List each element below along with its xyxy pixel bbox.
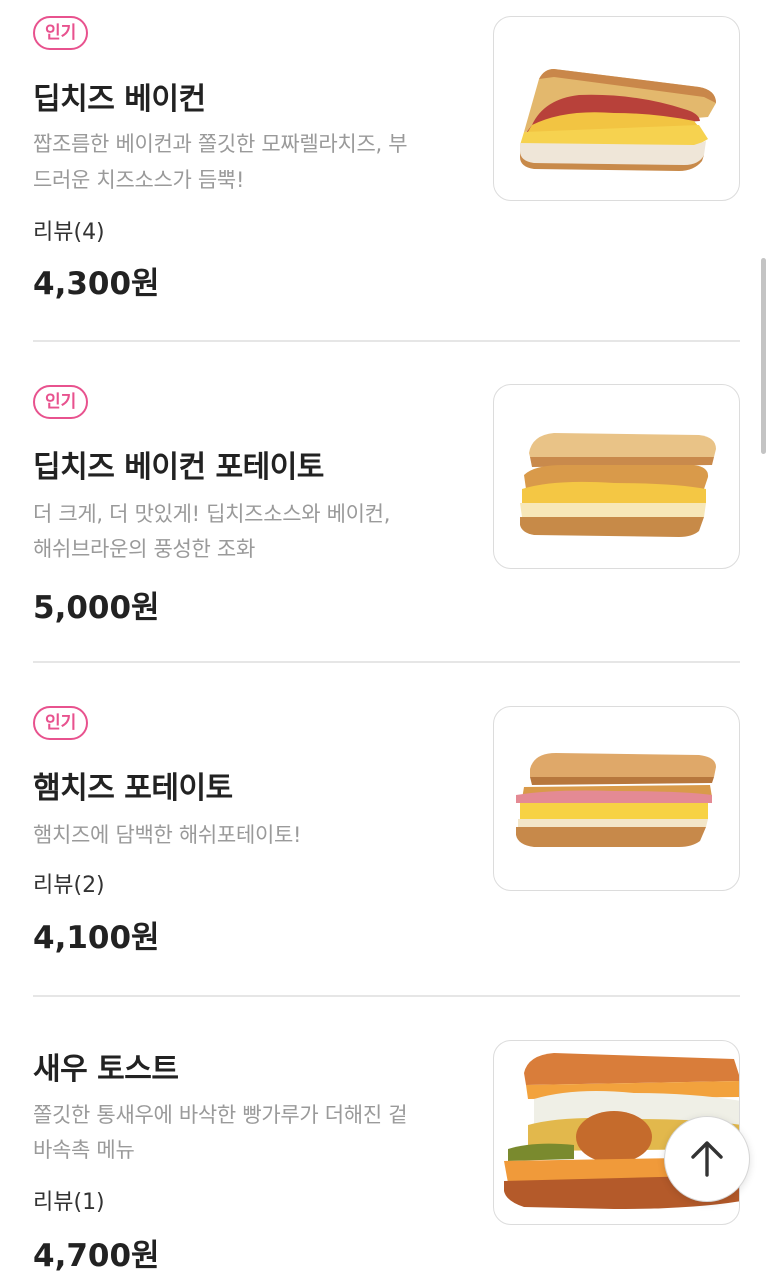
- sandwich-image[interactable]: [493, 384, 740, 569]
- menu-item[interactable]: 인기 햄치즈 포테이토 햄치즈에 담백한 해쉬포테이토! 리뷰(2) 4,100…: [33, 662, 740, 995]
- menu-list-page: 인기 딥치즈 베이컨 짭조름한 베이컨과 쫄깃한 모짜렐라치즈, 부 드러운 치…: [0, 0, 773, 1288]
- scrollbar[interactable]: [761, 258, 766, 454]
- menu-item-description-line: 더 크게, 더 맛있게! 딥치즈소스와 베이컨,: [33, 502, 391, 526]
- arrow-up-icon: [691, 1141, 723, 1177]
- menu-item-description-line: 쫄깃한 통새우에 바삭한 빵가루가 더해진 겉: [33, 1103, 408, 1127]
- popular-badge: 인기: [33, 706, 89, 740]
- menu-item-price: 4,700원: [33, 1238, 160, 1274]
- scroll-to-top-button[interactable]: [664, 1116, 750, 1202]
- menu-item-title: 새우 토스트: [33, 1052, 179, 1087]
- popular-badge: 인기: [33, 385, 89, 419]
- menu-item-title: 햄치즈 포테이토: [33, 771, 233, 806]
- review-count[interactable]: 리뷰(1): [33, 1184, 105, 1216]
- menu-item[interactable]: 인기 딥치즈 베이컨 짭조름한 베이컨과 쫄깃한 모짜렐라치즈, 부 드러운 치…: [33, 0, 740, 340]
- menu-item-price: 5,000원: [33, 590, 160, 626]
- menu-item-description-line: 짭조름한 베이컨과 쫄깃한 모짜렐라치즈, 부: [33, 132, 408, 156]
- menu-item[interactable]: 인기 딥치즈 베이컨 포테이토 더 크게, 더 맛있게! 딥치즈소스와 베이컨,…: [33, 341, 740, 661]
- menu-item-price: 4,100원: [33, 920, 160, 956]
- review-count[interactable]: 리뷰(4): [33, 214, 105, 246]
- menu-item-description-line: 바속촉 메뉴: [33, 1138, 135, 1162]
- popular-badge: 인기: [33, 16, 89, 50]
- menu-item-description-line: 햄치즈에 담백한 해쉬포테이토!: [33, 823, 302, 847]
- sandwich-image[interactable]: [493, 16, 740, 201]
- menu-item-title: 딥치즈 베이컨 포테이토: [33, 450, 324, 485]
- menu-item[interactable]: 새우 토스트 쫄깃한 통새우에 바삭한 빵가루가 더해진 겉 바속촉 메뉴 리뷰…: [33, 996, 740, 1288]
- sandwich-image[interactable]: [493, 706, 740, 891]
- review-count[interactable]: 리뷰(2): [33, 867, 105, 899]
- menu-item-price: 4,300원: [33, 266, 160, 302]
- menu-item-title: 딥치즈 베이컨: [33, 82, 206, 117]
- menu-item-description-line: 드러운 치즈소스가 듬뿍!: [33, 168, 245, 192]
- menu-item-description-line: 해쉬브라운의 풍성한 조화: [33, 537, 255, 561]
